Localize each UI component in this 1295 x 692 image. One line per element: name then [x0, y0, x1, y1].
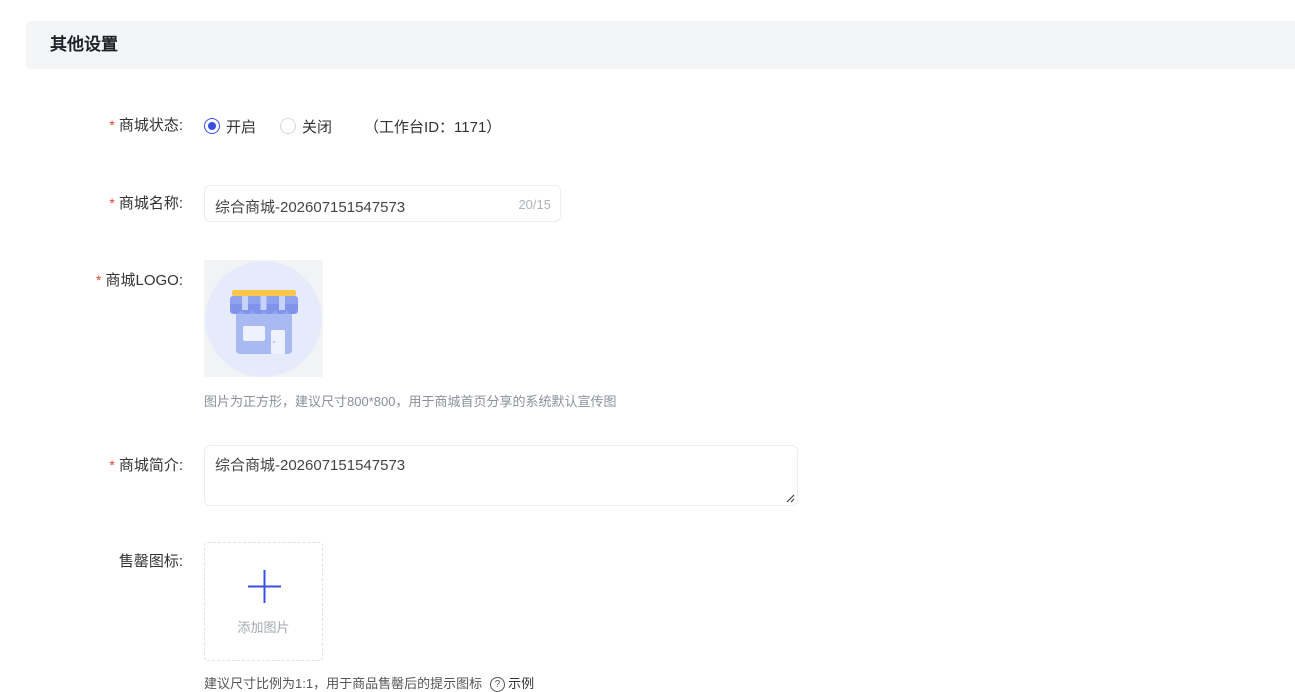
soldout-label: 售罄图标: [118, 553, 183, 570]
mall-name-value: 综合商城-202607151547573 [215, 199, 406, 216]
status-label-row: * 商城状态: [109, 115, 183, 136]
radio-unchecked-icon[interactable] [280, 118, 297, 134]
upload-label: 添加图片 [237, 620, 290, 635]
plus-icon [248, 570, 281, 603]
logo-label-row: * 商城LOGO: [96, 270, 183, 291]
required-mark: * [109, 195, 115, 211]
section-title: 其他设置 [50, 35, 118, 54]
resize-handle-icon[interactable] [785, 493, 795, 503]
status-radio-group: 开启 关闭 （工作台ID：1171） [204, 116, 501, 136]
soldout-label-row: 售罄图标: [119, 552, 183, 572]
status-option-on[interactable]: 开启 [204, 116, 256, 137]
required-mark: * [96, 272, 102, 288]
storefront-logo-icon [205, 261, 322, 377]
intro-label-row: * 商城简介: [109, 455, 183, 476]
status-option-off[interactable]: 关闭 [280, 116, 332, 137]
mall-intro-textarea[interactable]: 综合商城-202607151547573 [204, 445, 798, 506]
soldout-hint-row: 建议尺寸比例为1:1，用于商品售罄后的提示图标? 示例 [204, 673, 534, 692]
logo-hint: 图片为正方形，建议尺寸800*800，用于商城首页分享的系统默认宣传图 [204, 394, 617, 409]
soldout-icon-upload[interactable]: 添加图片 [204, 542, 323, 661]
workspace-id-note: （工作台ID：1171） [364, 118, 502, 136]
example-link[interactable]: 示例 [508, 676, 534, 691]
mall-name-input[interactable]: 综合商城-202607151547573 20/15 [204, 185, 561, 222]
required-mark: * [109, 117, 115, 133]
soldout-hint: 建议尺寸比例为1:1，用于商品售罄后的提示图标 [204, 676, 483, 691]
name-label: 商城名称: [118, 195, 183, 212]
intro-label: 商城简介: [118, 457, 183, 474]
section-header: 其他设置 [26, 21, 1295, 69]
name-label-row: * 商城名称: [109, 193, 183, 214]
logo-label: 商城LOGO: [105, 272, 183, 289]
mall-intro-value: 综合商城-202607151547573 [215, 457, 406, 474]
char-counter: 20/15 [518, 197, 551, 212]
required-mark: * [109, 457, 115, 473]
status-label: 商城状态: [118, 117, 183, 134]
radio-checked-icon[interactable] [204, 118, 220, 134]
status-option-off-label: 关闭 [302, 118, 333, 136]
mall-logo-upload[interactable] [204, 260, 323, 377]
status-option-on-label: 开启 [226, 118, 257, 136]
